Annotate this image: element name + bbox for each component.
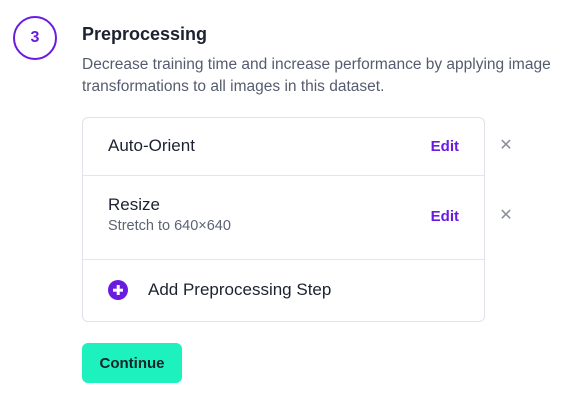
preprocessing-row-resize: Resize Stretch to 640×640 Edit — [83, 175, 484, 259]
add-step-row: Add Preprocessing Step — [83, 259, 484, 322]
step-number: 3 — [30, 29, 40, 46]
remove-resize-close-icon[interactable]: ✕ — [498, 208, 514, 224]
section-title: Preprocessing — [82, 24, 208, 44]
plus-circle-icon — [108, 280, 128, 300]
preprocessing-step-title: Auto-Orient — [108, 136, 195, 155]
preprocessing-step-title: Resize — [108, 195, 160, 214]
section-description: Decrease training time and increase perf… — [82, 56, 551, 95]
preprocessing-step-panel: 3 Preprocessing Decrease training time a… — [0, 0, 572, 400]
step-number-badge: 3 — [13, 16, 57, 60]
add-step-label: Add Preprocessing Step — [148, 280, 332, 299]
continue-button[interactable]: Continue — [82, 343, 182, 383]
preprocessing-row-auto-orient: Auto-Orient Edit — [83, 118, 484, 175]
preprocessing-step-subtitle: Stretch to 640×640 — [108, 218, 231, 234]
add-preprocessing-step-button[interactable]: Add Preprocessing Step — [108, 280, 331, 300]
edit-auto-orient-link[interactable]: Edit — [431, 138, 459, 155]
edit-resize-link[interactable]: Edit — [431, 208, 459, 225]
preprocessing-steps-card: Auto-Orient Edit Resize Stretch to 640×6… — [82, 117, 485, 322]
remove-auto-orient-close-icon[interactable]: ✕ — [498, 138, 514, 154]
